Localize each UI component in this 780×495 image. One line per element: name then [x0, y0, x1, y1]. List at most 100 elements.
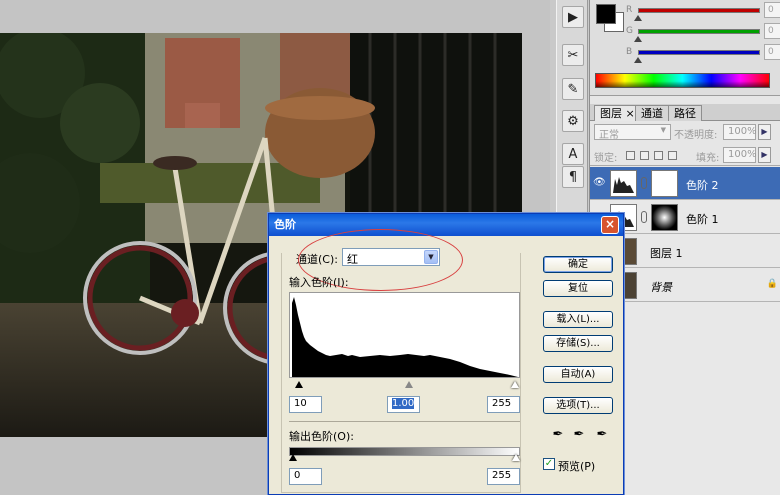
output-white-slider[interactable]	[512, 454, 520, 461]
link-icon[interactable]	[641, 211, 647, 223]
histogram	[289, 292, 520, 378]
auto-button[interactable]: 自动(A)	[543, 366, 613, 383]
opacity-arrow-icon[interactable]: ▶	[758, 124, 771, 140]
opacity-label: 不透明度:	[674, 130, 718, 141]
slider-value-text: 0	[768, 26, 774, 36]
fill-value: 100%	[728, 149, 757, 160]
slider-letter: B	[626, 47, 633, 57]
output-levels-slider[interactable]	[289, 447, 520, 456]
input-white-field[interactable]: 255	[487, 396, 520, 413]
gamma-slider[interactable]	[405, 381, 413, 388]
blend-mode-select[interactable]: 正常 ▼	[594, 124, 671, 141]
layer-name: 背景	[650, 281, 672, 294]
gray-eyedropper-icon[interactable]: ✒	[572, 427, 586, 445]
layer-name: 色阶 2	[686, 179, 719, 192]
layer-mask-thumb	[651, 170, 678, 197]
input-white-value: 255	[492, 398, 512, 409]
opacity-field[interactable]: 100%	[723, 124, 757, 140]
reset-button[interactable]: 复位	[543, 280, 613, 297]
tab-label: 图层	[600, 107, 622, 120]
lock-label: 锁定:	[594, 153, 618, 164]
preview-label[interactable]: 预览(P)	[558, 458, 595, 474]
link-icon[interactable]	[641, 177, 647, 189]
slider-letter: R	[626, 5, 633, 15]
output-white-field[interactable]: 255	[487, 468, 520, 485]
slider-value[interactable]: 0	[764, 23, 780, 39]
fill-field[interactable]: 100%	[723, 147, 757, 163]
character-icon[interactable]: A	[562, 143, 584, 165]
color-panel: R 0 G 0 B 0	[590, 0, 780, 96]
input-gamma-value: 1.00	[392, 398, 415, 409]
opacity-value: 100%	[728, 126, 757, 137]
tab-label: 路径	[674, 107, 696, 120]
output-white-value: 255	[492, 470, 512, 481]
lock-icon: 🔒	[766, 279, 778, 289]
color-spectrum-ramp[interactable]	[595, 73, 770, 88]
output-levels-label: 输出色阶(O):	[289, 430, 354, 443]
slider-bar[interactable]	[638, 50, 760, 55]
color-slider-r[interactable]: R 0	[626, 2, 780, 22]
lock-all-icon[interactable]	[668, 151, 677, 160]
slider-value-text: 0	[768, 47, 774, 57]
white-eyedropper-icon[interactable]: ✒	[595, 427, 609, 445]
layer-row[interactable]: 👁 色阶 2	[590, 167, 780, 200]
layer-mask-thumb	[651, 204, 678, 231]
eye-icon[interactable]: 👁	[593, 177, 606, 189]
input-black-field[interactable]: 10	[289, 396, 322, 413]
levels-adjustment-thumb	[610, 170, 637, 197]
lock-position-icon[interactable]	[654, 151, 663, 160]
load-button[interactable]: 载入(L)...	[543, 311, 613, 328]
color-slider-g[interactable]: G 0	[626, 23, 780, 43]
fill-arrow-icon[interactable]: ▶	[758, 147, 771, 163]
slider-thumb[interactable]	[634, 36, 642, 42]
input-levels-slider[interactable]	[289, 379, 520, 389]
lock-pixels-icon[interactable]	[640, 151, 649, 160]
slider-bar[interactable]	[638, 29, 760, 34]
slider-letter: G	[626, 26, 633, 36]
tab-label: 通道	[641, 107, 663, 120]
input-black-value: 10	[294, 398, 307, 409]
output-black-slider[interactable]	[289, 454, 297, 461]
tab-layers[interactable]: 图层 ×	[594, 105, 641, 121]
levels-dialog: 色阶 × 通道(C): 红 ▼ 输入色阶(I): 10 1.00 255 输出色…	[268, 213, 624, 495]
foreground-color-swatch[interactable]	[596, 4, 616, 24]
save-button[interactable]: 存储(S)...	[543, 335, 613, 352]
lock-row: 锁定: 填充: 100% ▶	[590, 144, 780, 166]
slider-thumb[interactable]	[634, 57, 642, 63]
black-eyedropper-icon[interactable]: ✒	[551, 427, 565, 445]
divider	[289, 421, 520, 422]
paragraph-icon[interactable]: ¶	[562, 166, 584, 188]
output-black-value: 0	[294, 470, 301, 481]
tab-channels[interactable]: 通道	[635, 105, 669, 121]
tab-paths[interactable]: 路径	[668, 105, 702, 121]
white-point-slider[interactable]	[511, 381, 519, 388]
output-black-field[interactable]: 0	[289, 468, 322, 485]
preview-checkbox[interactable]: ✓	[543, 458, 555, 470]
dialog-title: 色阶	[274, 218, 296, 231]
layer-name: 图层 1	[650, 247, 683, 260]
dialog-titlebar[interactable]: 色阶 ×	[269, 214, 623, 236]
blend-row: 正常 ▼ 不透明度: 100% ▶	[590, 121, 780, 143]
slider-value[interactable]: 0	[764, 44, 780, 60]
layers-panel-tabs: 图层 × 通道 路径	[590, 104, 780, 121]
input-levels-label: 输入色阶(I):	[289, 276, 349, 289]
color-slider-b[interactable]: B 0	[626, 44, 780, 64]
clone-source-icon[interactable]: ⚙	[562, 110, 584, 132]
options-button[interactable]: 选项(T)...	[543, 397, 613, 414]
blend-mode-value: 正常	[599, 130, 619, 141]
lock-transparent-icon[interactable]	[626, 151, 635, 160]
slider-bar[interactable]	[638, 8, 760, 13]
slider-value[interactable]: 0	[764, 2, 780, 18]
close-icon[interactable]: ×	[626, 107, 635, 120]
slider-thumb[interactable]	[634, 15, 642, 21]
ok-button[interactable]: 确定	[543, 256, 613, 273]
fill-label: 填充:	[696, 153, 720, 164]
black-point-slider[interactable]	[295, 381, 303, 388]
tools-icon[interactable]: ✂	[562, 44, 584, 66]
chevron-down-icon: ▼	[660, 126, 666, 134]
play-action-icon[interactable]: ▶	[562, 6, 584, 28]
input-gamma-field[interactable]: 1.00	[387, 396, 420, 413]
layer-name: 色阶 1	[686, 213, 719, 226]
brush-presets-icon[interactable]: ✎	[562, 78, 584, 100]
close-icon[interactable]: ×	[601, 216, 619, 234]
